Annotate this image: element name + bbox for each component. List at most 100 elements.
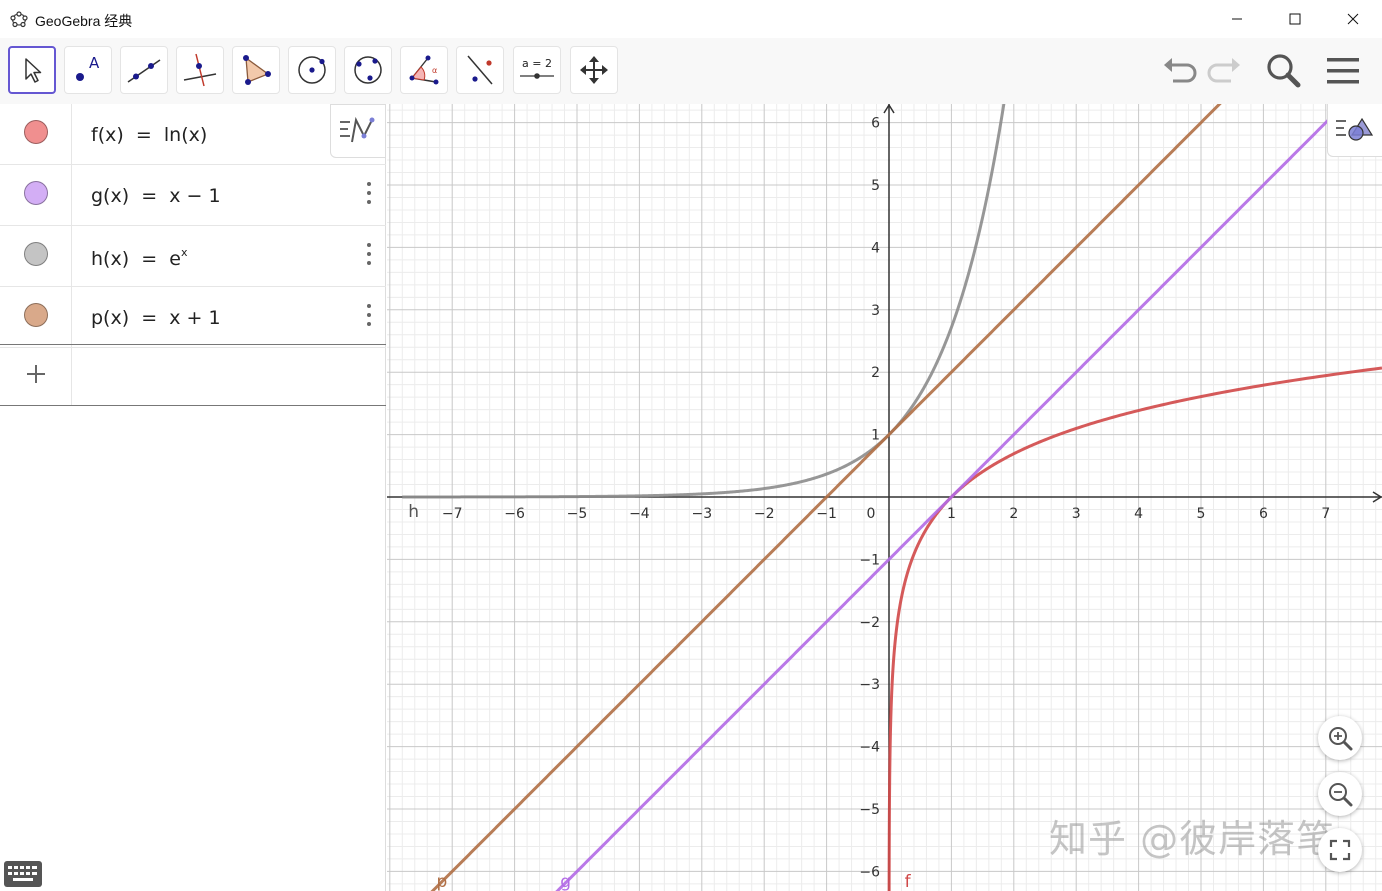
slider-tool[interactable]: a = 2 [513,46,561,94]
reflect-tool[interactable] [456,46,504,94]
more-options-button[interactable] [360,240,378,268]
y-tick-label: −2 [859,615,880,631]
more-options-button[interactable] [360,301,378,329]
window-title: GeoGebra 经典 [35,13,133,29]
keyboard-icon[interactable] [4,861,42,887]
x-tick-label: 3 [1072,506,1081,522]
y-tick-label: 5 [871,178,880,194]
search-icon [1267,54,1301,88]
algebra-view: f(x) = ln(x) g(x) = x − 1 h(x) = ex p(x)… [0,104,386,891]
algebra-expression[interactable]: g(x) = x − 1 [91,185,221,207]
algebra-marble-column [0,165,72,225]
redo-button[interactable] [1204,50,1246,92]
close-button[interactable] [1324,0,1382,38]
visibility-toggle-f[interactable] [24,120,48,144]
svg-text:A: A [89,54,100,72]
maximize-icon [1289,13,1301,25]
function-name: f(x) [91,124,124,146]
line-tool[interactable] [120,46,168,94]
y-tick-label: 1 [871,428,880,444]
equals-sign: = [141,185,158,207]
algebra-expression[interactable]: f(x) = ln(x) [91,124,207,146]
move-arrows-icon [580,56,608,84]
redo-icon [1207,58,1240,83]
visibility-toggle-h[interactable] [24,242,48,266]
point-a-icon: A [76,54,100,81]
visibility-toggle-g[interactable] [24,181,48,205]
geogebra-logo-icon [10,11,28,28]
graphics-view[interactable]: −7 −6 −5 −4 −3 −2 −1 0 1 2 3 4 5 6 7 −6 −5 −4 −3 −2 −1 1 2 3 4 5 6… [387,104,1382,891]
zoom-in-icon [1329,727,1353,751]
undo-icon [1164,58,1197,83]
coordinate-plane[interactable]: −7 −6 −5 −4 −3 −2 −1 0 1 2 3 4 5 6 7 −6 −5 −4 −3 −2 −1 1 2 3 4 5 6… [387,104,1382,891]
y-tick-label: −4 [859,740,880,756]
exp-base: e [169,248,181,270]
x-tick-label: 1 [947,506,956,522]
curve-h[interactable] [402,104,1010,499]
function-definition: x + 1 [169,307,221,329]
x-tick-label: 6 [1259,506,1268,522]
algebra-item-f[interactable]: f(x) = ln(x) [0,104,386,165]
circle-center-point-tool[interactable] [288,46,336,94]
perpendicular-line-tool[interactable] [176,46,224,94]
hamburger-menu-icon [1327,58,1359,84]
algebra-expression[interactable]: h(x) = ex [91,246,187,270]
circle-three-points-icon [354,56,382,84]
exp-exponent: x [180,246,188,259]
zoom-out-button[interactable] [1318,772,1362,816]
point-tool[interactable]: A [64,46,112,94]
algebra-input[interactable] [73,345,385,405]
visibility-toggle-p[interactable] [24,303,48,327]
reflect-line-icon [467,55,493,85]
algebra-item-g[interactable]: g(x) = x − 1 [0,165,386,226]
algebra-item-p[interactable]: p(x) = x + 1 [0,287,386,348]
algebra-input-row [0,344,386,406]
y-tick-label: −6 [859,864,880,880]
x-tick-label: 0 [867,506,876,522]
polygon-tool[interactable] [232,46,280,94]
x-tick-label: −2 [754,506,775,522]
curve-label-f[interactable]: f [905,872,912,891]
circle-three-points-tool[interactable] [344,46,392,94]
y-tick-label: −5 [859,802,880,818]
undo-button[interactable] [1158,50,1200,92]
curve-label-h[interactable]: h [408,502,419,522]
circle-center-icon [298,56,326,84]
x-tick-label: 5 [1197,506,1206,522]
minimize-button[interactable] [1208,0,1266,38]
algebra-marble-column [0,345,72,405]
curve-label-p[interactable]: p [436,872,447,891]
algebra-item-h[interactable]: h(x) = ex [0,226,386,287]
curve-label-g[interactable]: g [560,872,571,891]
equals-sign: = [141,307,158,329]
search-button[interactable] [1262,50,1304,92]
equals-sign: = [141,248,158,270]
slider-icon: a = 2 [520,57,554,79]
y-tick-label: 6 [871,116,880,132]
slider-tool-label: a = 2 [522,57,552,70]
minimize-icon [1232,18,1242,20]
zoom-out-icon [1329,783,1353,807]
zoom-in-button[interactable] [1318,716,1362,760]
function-name: g(x) [91,185,130,207]
maximize-button[interactable] [1266,0,1324,38]
function-name: h(x) [91,248,130,270]
fullscreen-button[interactable] [1318,828,1362,872]
more-options-button[interactable] [360,179,378,207]
main-menu-button[interactable] [1322,50,1364,92]
y-tick-label: −3 [859,677,880,693]
algebra-expression[interactable]: p(x) = x + 1 [91,307,221,329]
algebra-style-icon [340,116,375,143]
graphics-style-button[interactable] [1327,104,1382,157]
angle-tool[interactable]: α [400,46,448,94]
move-graphics-view-tool[interactable] [570,46,618,94]
algebra-style-button[interactable] [330,104,386,158]
title-bar: GeoGebra 经典 [0,0,1382,38]
algebra-marble-column [0,104,72,164]
function-name: p(x) [91,307,130,329]
toolbar: A α a = 2 [0,38,1382,104]
algebra-marble-column [0,287,72,347]
equals-sign: = [135,124,152,146]
plus-icon[interactable] [26,364,46,384]
move-tool[interactable] [8,46,56,94]
